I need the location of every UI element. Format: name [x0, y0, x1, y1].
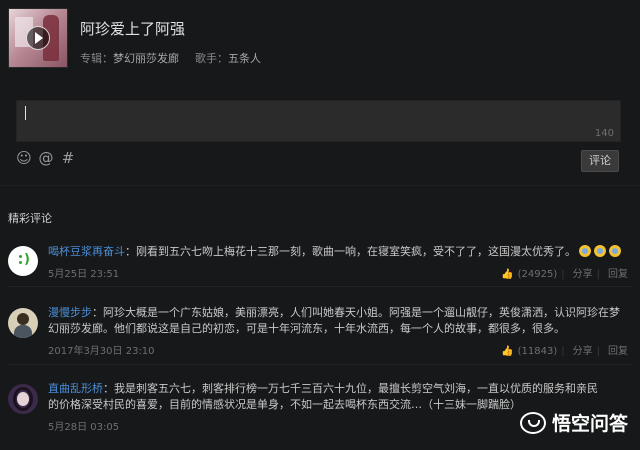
comment-actions: 👍 (11843) | 分享 | 回复 — [497, 342, 628, 357]
comment-username[interactable]: 直曲乱形桥 — [48, 382, 103, 395]
text-cursor — [25, 106, 26, 120]
comment-actions: 👍 (24925) | 分享 | 回复 — [497, 265, 628, 280]
emoji-icon[interactable]: ☺ — [16, 150, 32, 166]
like-count[interactable]: (24925) — [518, 269, 558, 280]
scream-emoji-icon — [579, 245, 591, 257]
share-button[interactable]: 分享 — [573, 269, 593, 280]
comment-username[interactable]: 喝杯豆浆再奋斗 — [48, 245, 125, 258]
avatar-body — [14, 325, 32, 338]
row-divider — [8, 286, 632, 287]
watermark-text: 悟空问答 — [551, 413, 628, 435]
comment-colon: ： — [103, 382, 114, 395]
song-header: 阿珍爱上了阿强 专辑：梦幻丽莎发廊 歌手：五条人 — [8, 8, 568, 68]
separator: | — [596, 269, 600, 280]
singer-info: 歌手：五条人 — [195, 50, 261, 66]
comment-username[interactable]: 漫慢步步 — [48, 306, 92, 319]
share-button[interactable]: 分享 — [573, 346, 593, 357]
divider — [0, 185, 640, 186]
separator: | — [561, 269, 565, 280]
song-title: 阿珍爱上了阿强 — [80, 20, 186, 38]
avatar[interactable] — [8, 384, 38, 414]
section-title: 精彩评论 — [8, 212, 52, 225]
album-cover[interactable] — [8, 8, 68, 68]
album-label: 专辑： — [80, 52, 113, 65]
avatar-dot — [19, 255, 22, 258]
comment-time: 2017年3月30日 23:10 — [48, 346, 155, 357]
reply-button[interactable]: 回复 — [608, 269, 628, 280]
comment-time: 5月25日 23:51 — [48, 269, 120, 280]
comment-input[interactable]: 140 — [16, 100, 621, 142]
album-link[interactable]: 梦幻丽莎发廊 — [113, 52, 179, 65]
comment-text: 我是刺客五六七，刺客排行榜一万七千三百六十九位，最擅长剪空气刘海，一直以优质的服… — [48, 382, 598, 411]
char-count: 140 — [594, 128, 614, 139]
comment-text: 阿珍大概是一个广东姑娘，美丽漂亮，人们叫她春天小姐。阿强是一个遛山靓仔，英俊潇洒… — [48, 306, 620, 335]
wukong-logo-icon — [519, 411, 546, 434]
avatar[interactable] — [8, 308, 38, 338]
comment-body: 漫慢步步：阿珍大概是一个广东姑娘，美丽漂亮，人们叫她春天小姐。阿强是一个遛山靓仔… — [48, 305, 626, 337]
at-icon[interactable]: @ — [38, 150, 54, 166]
avatar-smile: ) — [24, 252, 30, 267]
comment-text: 刚看到五六七吻上梅花十三那一刻，歌曲一响，在寝室笑疯，受不了了，这国漫太优秀了。 — [136, 245, 576, 258]
separator: | — [596, 346, 600, 357]
singer-label: 歌手： — [195, 52, 228, 65]
comment-body: 喝杯豆浆再奋斗：刚看到五六七吻上梅花十三那一刻，歌曲一响，在寝室笑疯，受不了了，… — [48, 244, 626, 260]
comment-colon: ： — [125, 245, 136, 258]
submit-comment-button[interactable]: 评论 — [581, 150, 619, 172]
play-icon[interactable] — [26, 26, 50, 50]
album-info: 专辑：梦幻丽莎发廊 — [80, 50, 179, 66]
avatar-hair — [13, 387, 33, 411]
avatar-head — [17, 313, 29, 325]
hashtag-icon[interactable]: # — [60, 150, 76, 166]
singer-link[interactable]: 五条人 — [228, 52, 261, 65]
like-icon[interactable]: 👍 — [501, 346, 513, 357]
scream-emoji-icon — [594, 245, 606, 257]
like-icon[interactable]: 👍 — [501, 269, 513, 280]
comment-colon: ： — [92, 306, 103, 319]
row-divider — [8, 364, 632, 365]
scream-emoji-icon — [609, 245, 621, 257]
separator: | — [561, 346, 565, 357]
comment-time: 5月28日 03:05 — [48, 422, 120, 433]
avatar[interactable]: ) — [8, 246, 38, 276]
avatar-dot — [19, 261, 22, 264]
like-count[interactable]: (11843) — [518, 346, 558, 357]
reply-button[interactable]: 回复 — [608, 346, 628, 357]
watermark: 悟空问答 — [519, 409, 628, 436]
